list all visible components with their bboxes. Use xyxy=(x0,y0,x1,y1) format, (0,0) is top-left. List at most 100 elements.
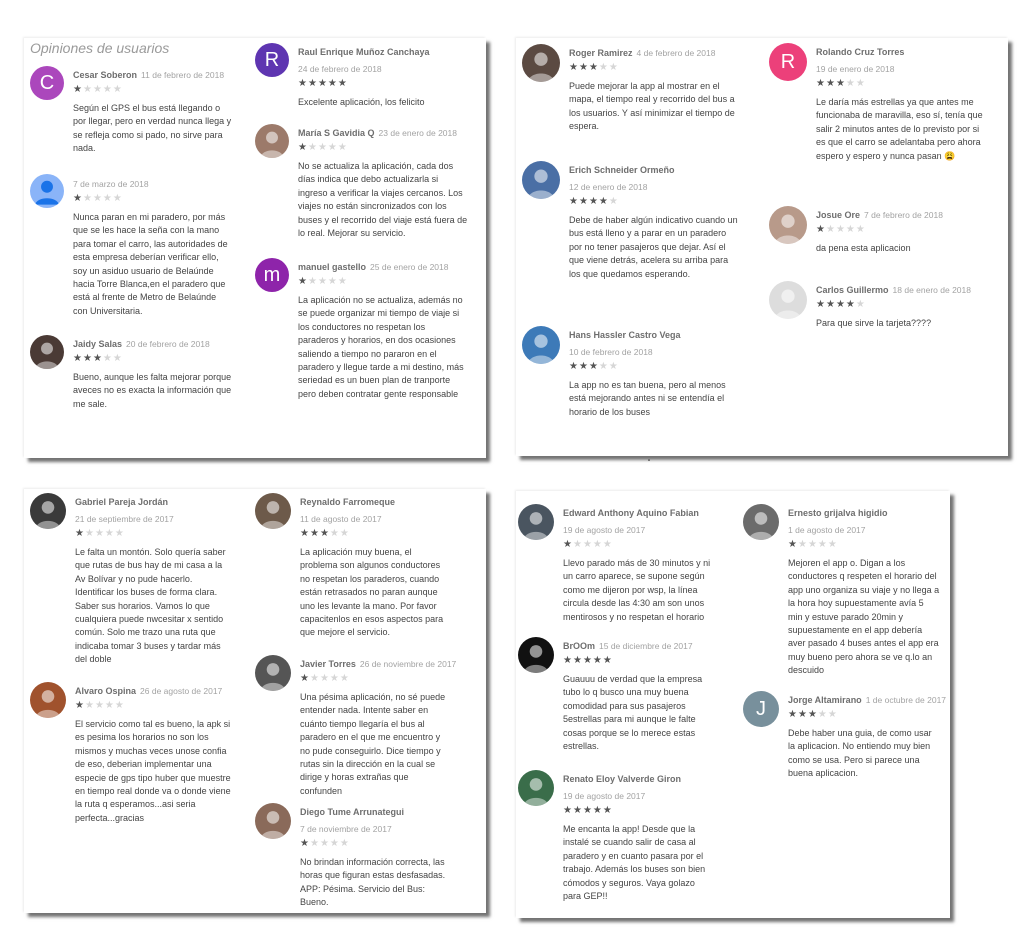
star-rating: ★★★★★ xyxy=(298,277,348,287)
star-rating: ★★★★★ xyxy=(563,540,613,550)
reviewer-name[interactable]: Roger Ramirez xyxy=(569,48,633,58)
reviewer-name[interactable]: Erich Schneider Ormeño xyxy=(569,165,675,175)
star-empty-icon: ★ xyxy=(817,539,828,550)
avatar[interactable] xyxy=(30,335,64,369)
avatar[interactable] xyxy=(518,637,554,673)
review-date: 7 de noviembre de 2017 xyxy=(300,824,392,834)
avatar[interactable] xyxy=(30,682,66,718)
star-filled-icon: ★ xyxy=(825,78,836,89)
avatar[interactable]: C xyxy=(30,66,64,100)
star-rating: ★★★★★ xyxy=(816,300,866,310)
review-text: El servicio como tal es bueno, la apk si… xyxy=(75,719,231,823)
avatar[interactable] xyxy=(522,326,560,364)
avatar[interactable]: m xyxy=(255,258,289,292)
star-empty-icon: ★ xyxy=(114,528,125,539)
reviewer-name[interactable]: Renato Eloy Valverde Giron xyxy=(563,774,681,784)
avatar[interactable] xyxy=(522,161,560,199)
review-date: 20 de febrero de 2018 xyxy=(126,339,210,349)
star-empty-icon: ★ xyxy=(329,838,340,849)
reviewer-name[interactable]: Diego Tume Arrunategui xyxy=(300,807,404,817)
section-title: Opiniones de usuarios xyxy=(30,40,170,56)
avatar-letter: R xyxy=(780,50,796,73)
review-date: 19 de agosto de 2017 xyxy=(563,525,646,535)
avatar[interactable] xyxy=(30,174,64,208)
review-date: 1 de octubre de 2017 xyxy=(865,695,947,705)
reviewer-name[interactable]: BrOOm xyxy=(563,641,595,651)
avatar[interactable] xyxy=(30,493,66,529)
avatar[interactable] xyxy=(255,655,291,691)
review-date: 26 de agosto de 2017 xyxy=(140,686,223,696)
star-filled-icon: ★ xyxy=(582,655,593,666)
star-rating: ★★★★★ xyxy=(563,806,613,816)
star-filled-icon: ★ xyxy=(82,353,93,364)
star-filled-icon: ★ xyxy=(578,62,589,73)
review-date: 25 de enero de 2018 xyxy=(370,262,449,272)
star-empty-icon: ★ xyxy=(309,673,320,684)
star-filled-icon: ★ xyxy=(569,361,579,372)
reviewer-name[interactable]: manuel gastello xyxy=(298,262,366,272)
reviewer-name[interactable]: Hans Hassler Castro Vega xyxy=(569,330,681,340)
stray-dot xyxy=(648,459,650,461)
avatar[interactable] xyxy=(769,206,807,244)
star-empty-icon: ★ xyxy=(112,84,123,95)
star-filled-icon: ★ xyxy=(563,655,573,666)
reviewer-name[interactable]: María S Gavidia Q xyxy=(298,128,375,138)
avatar[interactable] xyxy=(769,281,807,319)
star-rating: ★★★★★ xyxy=(300,674,350,684)
avatar[interactable]: R xyxy=(769,43,807,81)
reviews-panel-3: Gabriel Pareja Jordán 21 de septiembre de… xyxy=(24,489,486,913)
reviewer-name[interactable]: Edward Anthony Aquino Fabian xyxy=(563,508,699,518)
avatar[interactable] xyxy=(518,770,554,806)
star-empty-icon: ★ xyxy=(319,673,330,684)
reviewer-name[interactable]: Alvaro Ospina xyxy=(75,686,136,696)
reviewer-name[interactable]: Gabriel Pareja Jordán xyxy=(75,497,168,507)
star-filled-icon: ★ xyxy=(73,84,83,95)
review-date: 4 de febrero de 2018 xyxy=(636,48,716,58)
star-filled-icon: ★ xyxy=(327,78,338,89)
reviewer-name[interactable]: Rolando Cruz Torres xyxy=(816,47,904,57)
avatar[interactable] xyxy=(255,124,289,158)
reviewer-name[interactable]: Ernesto grijalva higidio xyxy=(788,508,888,518)
review-text: No brindan información correcta, las hor… xyxy=(300,857,446,908)
star-filled-icon: ★ xyxy=(835,299,846,310)
avatar[interactable] xyxy=(743,504,779,540)
star-filled-icon: ★ xyxy=(309,528,320,539)
reviewer-name[interactable]: Cesar Soberon xyxy=(73,70,137,80)
avatar[interactable] xyxy=(518,504,554,540)
avatar[interactable]: R xyxy=(255,43,289,77)
star-empty-icon: ★ xyxy=(339,528,350,539)
reviewer-name[interactable]: Javier Torres xyxy=(300,659,356,669)
avatar[interactable] xyxy=(522,44,560,82)
star-filled-icon: ★ xyxy=(300,673,310,684)
review-date: 19 de enero de 2018 xyxy=(816,64,895,74)
star-empty-icon: ★ xyxy=(102,353,113,364)
reviewer-name[interactable]: Jaidy Salas xyxy=(73,339,122,349)
reviewer-name[interactable]: Josue Ore xyxy=(816,210,860,220)
reviewer-name[interactable]: Jorge Altamirano xyxy=(788,695,862,705)
star-filled-icon: ★ xyxy=(807,709,818,720)
star-empty-icon: ★ xyxy=(84,528,95,539)
star-filled-icon: ★ xyxy=(298,78,308,89)
star-empty-icon: ★ xyxy=(112,353,123,364)
star-filled-icon: ★ xyxy=(588,196,599,207)
review-text: da pena esta aplicacion xyxy=(816,243,911,253)
star-filled-icon: ★ xyxy=(569,196,579,207)
review-date: 24 de febrero de 2018 xyxy=(298,64,382,74)
reviews-panel-2: Roger Ramirez 4 de febrero de 2018 ★★★★★ Pu… xyxy=(516,38,1008,456)
avatar[interactable] xyxy=(255,493,291,529)
reviewer-name[interactable]: Carlos Guillermo xyxy=(816,285,889,295)
avatar[interactable] xyxy=(255,803,291,839)
star-filled-icon: ★ xyxy=(588,361,599,372)
reviewer-name[interactable]: Raul Enrique Muñoz Canchaya xyxy=(298,47,430,57)
star-rating: ★★★★★ xyxy=(300,529,350,539)
reviews-panel-1: Opiniones de usuarios C Cesar Soberon 11 d… xyxy=(24,38,486,458)
star-filled-icon: ★ xyxy=(845,299,856,310)
star-empty-icon: ★ xyxy=(317,276,328,287)
star-rating: ★★★★★ xyxy=(563,656,613,666)
avatar[interactable]: J xyxy=(743,691,779,727)
star-rating: ★★★★★ xyxy=(816,79,866,89)
star-empty-icon: ★ xyxy=(102,193,113,204)
review-date: 18 de enero de 2018 xyxy=(892,285,971,295)
star-filled-icon: ★ xyxy=(816,299,826,310)
reviewer-name[interactable]: Reynaldo Farromeque xyxy=(300,497,395,507)
